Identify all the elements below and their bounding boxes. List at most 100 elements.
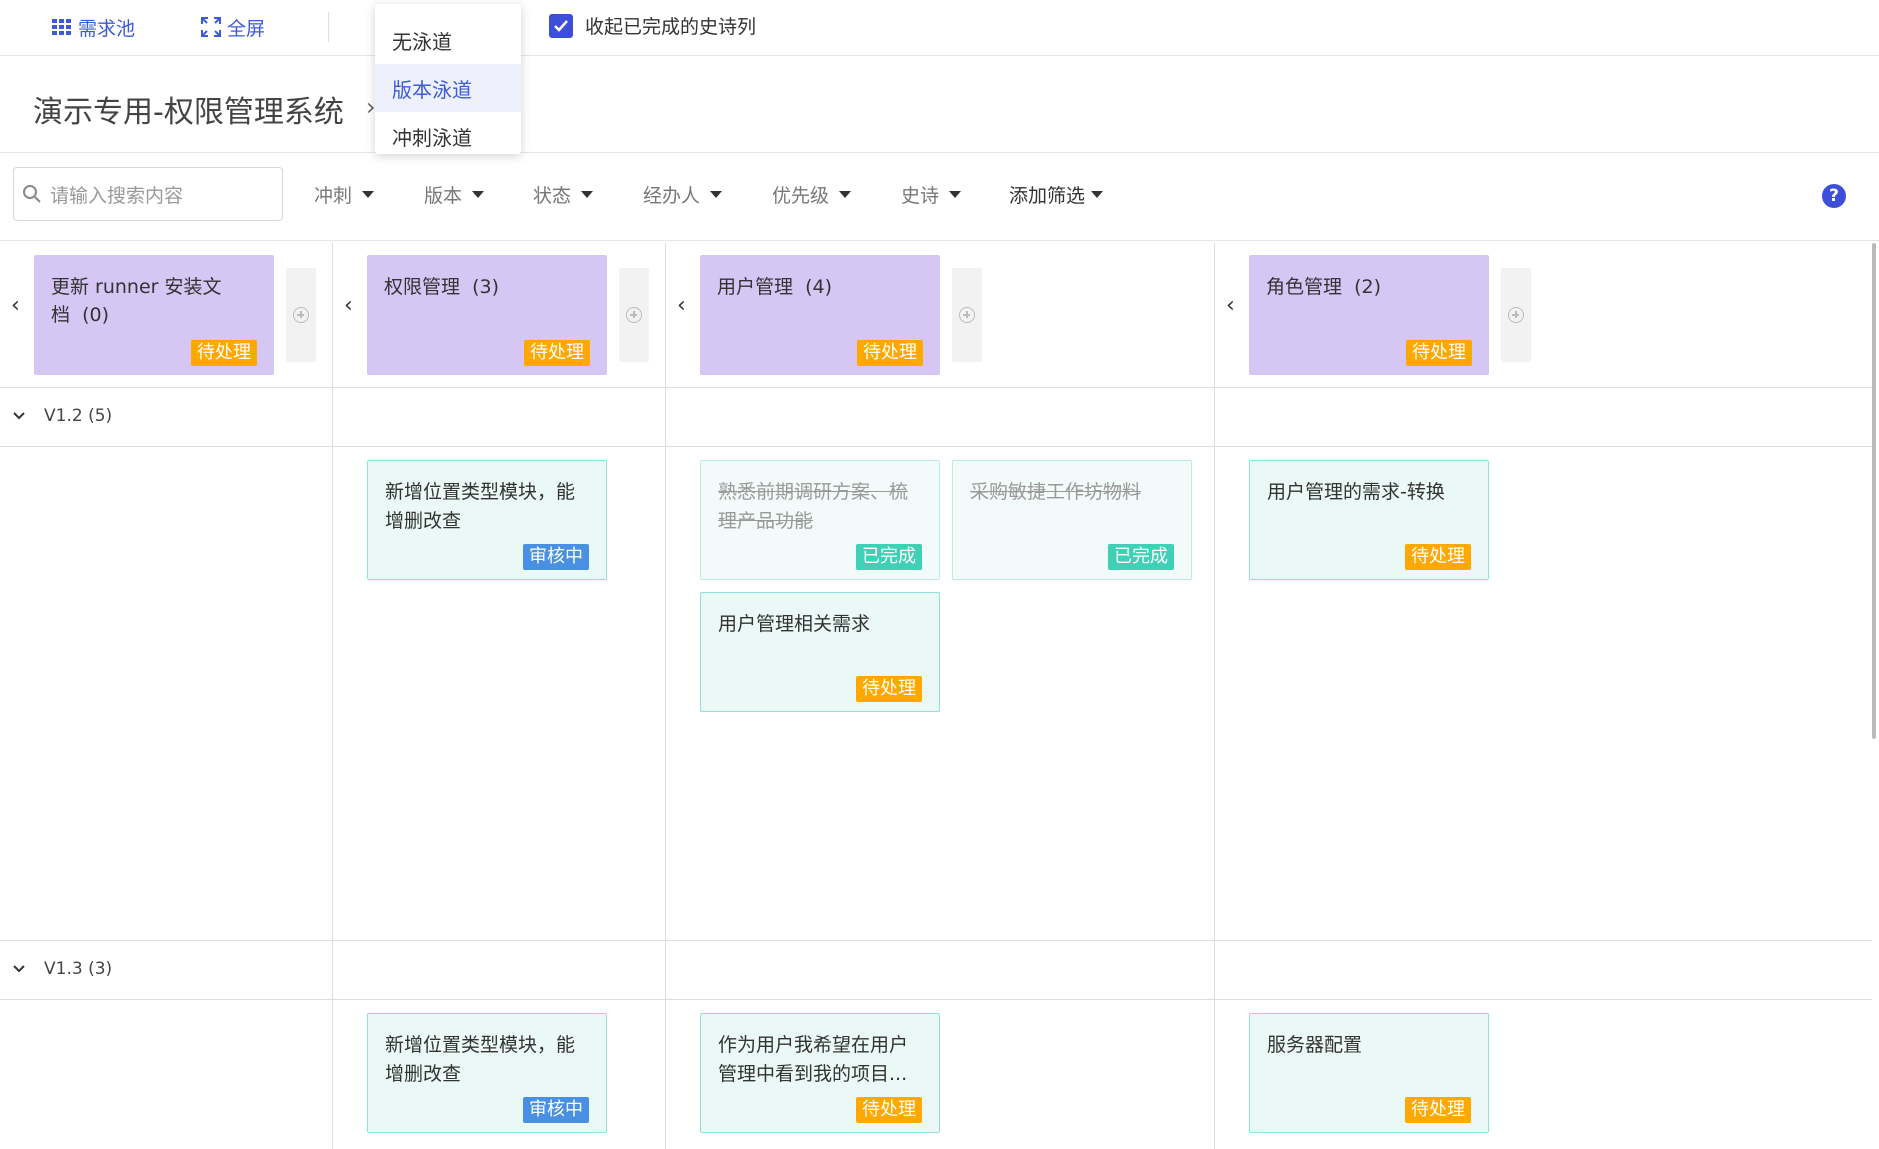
menu-item-sprint-swimlane[interactable]: 冲刺泳道: [375, 112, 521, 160]
issue-card[interactable]: 熟悉前期调研方案、梳理产品功能 已完成: [700, 460, 940, 580]
swimlane-label: V1.3 (3): [44, 959, 113, 979]
issue-title: 用户管理相关需求: [718, 613, 871, 635]
filter-sprint[interactable]: 冲刺: [314, 181, 375, 208]
column-divider: [665, 243, 666, 1149]
collapse-done-epics-checkbox[interactable]: 收起已完成的史诗列: [549, 12, 756, 39]
add-filter-label: 添加筛选: [1009, 185, 1086, 207]
collapse-epic-chevron-icon[interactable]: ‹: [1226, 293, 1235, 318]
issue-card[interactable]: 新增位置类型模块，能增删改查 审核中: [367, 1013, 607, 1133]
caret-down-icon: [472, 191, 485, 198]
status-badge: 待处理: [524, 340, 590, 366]
fullscreen-label: 全屏: [227, 17, 266, 40]
status-badge: 待处理: [1405, 544, 1471, 570]
issue-card[interactable]: 服务器配置 待处理: [1249, 1013, 1489, 1133]
issue-card[interactable]: 用户管理的需求-转换 待处理: [1249, 460, 1489, 580]
filter-status[interactable]: 状态: [533, 181, 594, 208]
caret-down-icon: [362, 191, 375, 198]
epic-card[interactable]: 更新 runner 安装文档 (0) 待处理: [34, 255, 274, 375]
issue-title: 服务器配置: [1267, 1034, 1363, 1056]
issue-card[interactable]: 作为用户我希望在用户管理中看到我的项目... 待处理: [700, 1013, 940, 1133]
page-title: 演示专用-权限管理系统: [33, 95, 344, 130]
caret-down-icon: [949, 191, 962, 198]
requirement-pool-label: 需求池: [78, 17, 136, 40]
status-badge: 待处理: [191, 340, 257, 366]
filter-priority[interactable]: 优先级: [772, 181, 852, 208]
vertical-scrollbar[interactable]: [1872, 243, 1876, 739]
filter-priority-label: 优先级: [772, 185, 830, 207]
status-badge: 审核中: [523, 1097, 589, 1123]
collapse-done-epics-label: 收起已完成的史诗列: [585, 16, 757, 38]
checkbox-checked-icon: [549, 13, 573, 38]
filter-assignee[interactable]: 经办人: [643, 181, 723, 208]
issue-title: 作为用户我希望在用户管理中看到我的项目...: [718, 1034, 909, 1085]
issue-title: 新增位置类型模块，能增删改查: [385, 1034, 576, 1085]
epic-card[interactable]: 权限管理 (3) 待处理: [367, 255, 607, 375]
filter-version[interactable]: 版本: [424, 181, 485, 208]
status-badge: 待处理: [1405, 1097, 1471, 1123]
row-divider: [0, 940, 1872, 941]
status-badge: 已完成: [856, 544, 922, 570]
issue-card[interactable]: 用户管理相关需求 待处理: [700, 592, 940, 712]
toolbar-divider: [328, 12, 329, 42]
status-badge: 待处理: [1406, 340, 1472, 366]
status-badge: 待处理: [856, 1097, 922, 1123]
swimlane-header-v1-3[interactable]: V1.3 (3): [12, 959, 112, 979]
epic-name: 用户管理 (4): [717, 276, 833, 298]
column-divider: [1214, 243, 1215, 1149]
collapse-epic-chevron-icon[interactable]: ‹: [11, 293, 20, 318]
issue-card[interactable]: 新增位置类型模块，能增删改查 审核中: [367, 460, 607, 580]
menu-item-no-swimlane[interactable]: 无泳道: [375, 16, 521, 64]
issue-title: 用户管理的需求-转换: [1267, 481, 1445, 503]
add-issue-button[interactable]: [286, 268, 316, 362]
grid-icon: [52, 19, 71, 35]
issue-title: 新增位置类型模块，能增删改查: [385, 481, 576, 532]
requirement-pool-button[interactable]: 需求池: [52, 12, 135, 42]
plus-circle-icon: [1508, 307, 1524, 323]
chevron-down-icon: [13, 412, 25, 420]
page-header: 演示专用-权限管理系统 ›: [0, 57, 1879, 153]
collapse-epic-chevron-icon[interactable]: ‹: [344, 293, 353, 318]
issue-card[interactable]: 采购敏捷工作坊物料 已完成: [952, 460, 1192, 580]
column-divider: [332, 243, 333, 1149]
status-badge: 已完成: [1108, 544, 1174, 570]
epic-card[interactable]: 用户管理 (4) 待处理: [700, 255, 940, 375]
epic-card[interactable]: 角色管理 (2) 待处理: [1249, 255, 1489, 375]
status-badge: 待处理: [856, 676, 922, 702]
issue-title: 熟悉前期调研方案、梳理产品功能: [718, 481, 909, 532]
filter-version-label: 版本: [424, 185, 463, 207]
plus-circle-icon: [626, 307, 642, 323]
swimlane-header-v1-2[interactable]: V1.2 (5): [12, 406, 112, 426]
status-badge: 审核中: [523, 544, 589, 570]
fullscreen-icon: [201, 17, 221, 37]
issue-title: 采购敏捷工作坊物料: [970, 481, 1142, 503]
plus-circle-icon: [293, 307, 309, 323]
row-divider: [0, 446, 1872, 447]
add-issue-button[interactable]: [619, 268, 649, 362]
caret-down-icon: [710, 191, 723, 198]
caret-down-icon: [1091, 191, 1104, 198]
row-divider: [0, 387, 1872, 388]
add-issue-button[interactable]: [1501, 268, 1531, 362]
chevron-down-icon: [13, 965, 25, 973]
collapse-epic-chevron-icon[interactable]: ‹: [677, 293, 686, 318]
add-filter-button[interactable]: 添加筛选: [1009, 181, 1104, 208]
swimlane-dropdown-menu: 无泳道 版本泳道 冲刺泳道: [375, 4, 521, 154]
fullscreen-button[interactable]: 全屏: [201, 12, 265, 42]
filter-bar: 请输入搜索内容 冲刺 版本 状态 经办人 优先级 史诗 添加筛选 ?: [0, 153, 1879, 241]
plus-circle-icon: [959, 307, 975, 323]
filter-sprint-label: 冲刺: [314, 185, 353, 207]
filter-status-label: 状态: [533, 185, 572, 207]
filter-epic[interactable]: 史诗: [901, 181, 962, 208]
epic-name: 权限管理 (3): [384, 276, 500, 298]
top-toolbar: 需求池 全屏 收起已完成的史诗列: [0, 0, 1879, 56]
search-icon: [23, 185, 41, 203]
epic-name: 更新 runner 安装文档 (0): [51, 276, 222, 326]
help-icon[interactable]: ?: [1822, 184, 1846, 208]
filter-epic-label: 史诗: [901, 185, 940, 207]
caret-down-icon: [839, 191, 852, 198]
search-input[interactable]: 请输入搜索内容: [13, 167, 283, 221]
search-placeholder: 请输入搜索内容: [50, 184, 184, 207]
menu-item-version-swimlane[interactable]: 版本泳道: [375, 64, 521, 112]
add-issue-button[interactable]: [952, 268, 982, 362]
filter-assignee-label: 经办人: [643, 185, 701, 207]
